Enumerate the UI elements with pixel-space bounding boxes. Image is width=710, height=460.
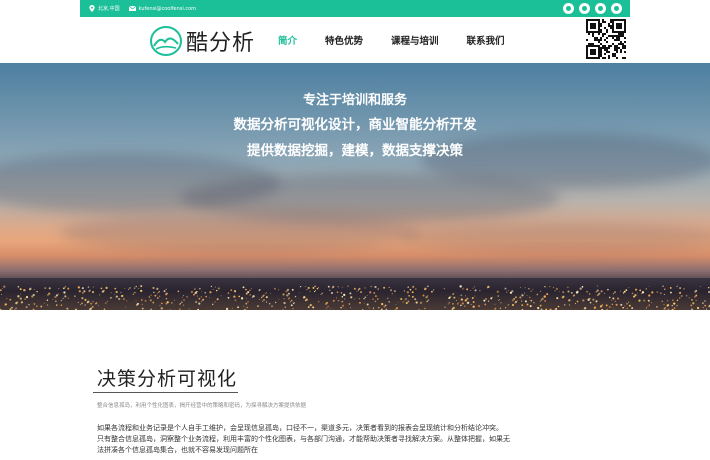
site-header: 酷分析 简介 特色优势 课程与培训 联系我们	[0, 17, 710, 63]
mail-icon	[128, 6, 136, 11]
section-divider	[93, 392, 238, 393]
top-info-bar: 北京,中国 kufensi@coolfensi.com	[80, 0, 630, 17]
hero-line-1: 专注于培训和服务	[302, 93, 407, 108]
tencent-icon[interactable]	[595, 3, 606, 14]
body-paragraph-line: 法拼凑各个信息孤岛集合，也就不容易发现问题所在	[97, 446, 258, 454]
location-text: 北京,中国	[98, 6, 120, 12]
hero-headline: 专注于培训和服务 数据分析可视化设计，商业智能分析开发 提供数据挖掘，建模，数据…	[0, 90, 710, 164]
nav-item-courses[interactable]: 课程与培训	[391, 33, 439, 47]
location-item: 北京,中国	[89, 5, 120, 12]
hero-banner: 专注于培训和服务 数据分析可视化设计，商业智能分析开发 提供数据挖掘，建模，数据…	[0, 63, 710, 310]
nav-item-contact[interactable]: 联系我们	[467, 33, 505, 47]
email-item[interactable]: kufensi@coolfensi.com	[128, 6, 196, 12]
email-text[interactable]: kufensi@coolfensi.com	[139, 6, 196, 12]
section-subtitle: 整合信息孤岛，利用个性化图表，揭开经营中的策略和密码，为探寻解决方案提供依据	[97, 403, 307, 409]
qq-icon[interactable]	[611, 3, 622, 14]
wechat-icon[interactable]	[579, 3, 590, 14]
weibo-icon[interactable]	[563, 3, 574, 14]
main-nav: 简介 特色优势 课程与培训 联系我们	[278, 17, 533, 63]
body-paragraph-line: 如果各流程和业务记录是个人自手工维护，会呈现信息孤岛，口径不一，渠道多元，决策者…	[97, 424, 503, 432]
location-pin-icon	[89, 5, 95, 12]
city-lights	[0, 285, 710, 310]
social-links	[563, 3, 622, 14]
section-body: 如果各流程和业务记录是个人自手工维护，会呈现信息孤岛，口径不一，渠道多元，决策者…	[97, 423, 622, 456]
site-logo[interactable]: 酷分析	[150, 25, 255, 57]
nav-item-intro[interactable]: 简介	[278, 33, 297, 47]
mountain-logo-icon	[150, 26, 182, 56]
hero-line-3: 提供数据挖掘，建模，数据支撑决策	[247, 143, 463, 159]
qr-code-icon	[586, 19, 626, 59]
hero-line-2: 数据分析可视化设计，商业智能分析开发	[233, 117, 477, 133]
section-title: 决策分析可视化	[97, 368, 238, 390]
logo-text: 酷分析	[186, 31, 256, 56]
nav-item-features[interactable]: 特色优势	[325, 33, 363, 47]
body-paragraph-line: 只有整合信息孤岛，洞察整个业务流程，利用丰富的个性化图表，与各部门沟通，才能帮助…	[97, 435, 510, 443]
